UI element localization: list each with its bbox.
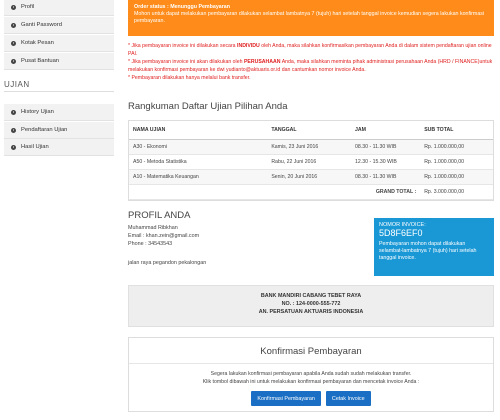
note-bank-transfer: * Pembayaran dilakukan hanya melalui ban… <box>128 75 251 81</box>
main-content: Order status : Menunggu Pembayaran Mohon… <box>128 0 494 420</box>
col-header-time: JAM <box>351 121 421 140</box>
grand-total-label: GRAND TOTAL : <box>129 184 421 200</box>
order-status-alert: Order status : Menunggu Pembayaran Mohon… <box>128 0 494 36</box>
sidebar: Profil Ganti Password Kotak Pesan Pusat … <box>0 0 114 420</box>
chevron-right-icon <box>11 109 16 115</box>
confirm-line-1: Segera lakukan konfirmasi pembayaran apa… <box>210 371 412 377</box>
summary-title: Rangkuman Daftar Ujian Pilihan Anda <box>128 101 288 112</box>
profile-phone: Phone : 34543543 <box>128 241 173 247</box>
order-status-message: Mohon untuk dapat melakukan pembayaran d… <box>134 11 485 24</box>
sidebar-item-pusat-bantuan[interactable]: Pusat Bantuan <box>4 53 114 70</box>
bank-holder: AN. PERSATUAN AKTUARIS INDONESIA <box>258 309 364 315</box>
table-row: A50 - Metoda Statistika Rabu, 22 Juni 20… <box>129 154 493 170</box>
order-status-text: Order status : Menunggu Pembayaran <box>134 4 230 10</box>
bank-info: BANK MANDIRI CABANG TEBET RAYA NO. : 124… <box>128 285 494 327</box>
invoice-number: 5D8F6EF0 <box>379 228 423 238</box>
chevron-right-icon <box>11 40 16 46</box>
sidebar-item-label: History Ujian <box>21 109 54 115</box>
profile-info: Muhammad Ribkhan Email : khan.zein@gmail… <box>128 224 268 267</box>
sidebar-section-title: UJIAN <box>4 80 30 89</box>
cell-subtotal: Rp. 1.000.000,00 <box>420 169 493 185</box>
sidebar-item-kotak-pesan[interactable]: Kotak Pesan <box>4 35 114 52</box>
bank-name: BANK MANDIRI CABANG TEBET RAYA <box>260 293 362 299</box>
bank-account: NO. : 124-0000-555-772 <box>281 301 341 307</box>
cell-subtotal: Rp. 1.000.000,00 <box>420 154 493 170</box>
chevron-right-icon <box>11 22 16 28</box>
sidebar-item-pendaftaran-ujian[interactable]: Pendaftaran Ujian <box>4 122 114 139</box>
note-text: * Jika pembayaran invoice ini akan dilak… <box>128 59 244 65</box>
cell-time: 12.30 - 15.30 WIB <box>351 154 421 170</box>
chevron-right-icon <box>11 58 16 64</box>
confirm-payment-button[interactable]: Konfirmasi Pembayaran <box>251 391 321 406</box>
note-emphasis: PERUSAHAAN <box>243 59 281 65</box>
confirm-actions: Konfirmasi Pembayaran Cetak Invoice <box>129 391 493 406</box>
note-individu: * Jika pembayaran invoice ini dilakukan … <box>128 42 494 58</box>
profile-title: PROFIL ANDA <box>128 210 191 221</box>
sidebar-item-profil[interactable]: Profil <box>4 0 114 16</box>
profile-address: jalan raya pegandon pekalongan <box>128 260 207 266</box>
cell-time: 08.30 - 11.30 WIB <box>351 139 421 155</box>
col-header-date: TANGGAL <box>267 121 352 140</box>
invoice-box: NOMOR INVOICE: 5D8F6EF0 Pembayaran mohon… <box>374 218 494 276</box>
invoice-note: Pembayaran mohon dapat dilakukan selamba… <box>379 241 477 261</box>
cell-date: Senin, 20 Juni 2016 <box>267 169 352 185</box>
chevron-right-icon <box>11 144 16 150</box>
profile-email: Email : khan.zein@gmail.com <box>128 233 200 239</box>
sidebar-item-label: Kotak Pesan <box>21 40 54 46</box>
payment-notes: * Jika pembayaran invoice ini dilakukan … <box>128 42 494 82</box>
divider <box>4 91 114 92</box>
cell-name: A30 - Ekonomi <box>129 139 268 155</box>
profile-name: Muhammad Ribkhan <box>128 225 178 231</box>
payment-confirmation-panel: Konfirmasi Pembayaran Segera lakukan kon… <box>128 337 494 412</box>
cell-time: 08.30 - 11.30 WIB <box>351 169 421 185</box>
sidebar-item-label: Profil <box>21 4 35 10</box>
chevron-right-icon <box>11 127 16 133</box>
col-header-name: NAMA UJIAN <box>129 121 268 140</box>
chevron-right-icon <box>11 4 16 10</box>
grand-total-value: Rp. 3.000.000,00 <box>420 184 493 200</box>
exam-summary-table: NAMA UJIAN TANGGAL JAM SUB TOTAL A30 - E… <box>128 120 494 201</box>
col-header-subtotal: SUB TOTAL <box>420 121 493 140</box>
cell-name: A10 - Matematika Keuangan <box>129 169 268 185</box>
note-perusahaan: * Jika pembayaran invoice ini akan dilak… <box>128 58 494 74</box>
sidebar-item-history-ujian[interactable]: History Ujian <box>4 104 114 121</box>
table-header-row: NAMA UJIAN TANGGAL JAM SUB TOTAL <box>129 121 493 140</box>
confirm-title: Konfirmasi Pembayaran <box>260 346 362 357</box>
sidebar-item-label: Ganti Password <box>21 22 62 28</box>
sidebar-item-ganti-password[interactable]: Ganti Password <box>4 17 114 34</box>
table-row: A30 - Ekonomi Kamis, 23 Juni 2016 08.30 … <box>129 139 493 155</box>
cell-subtotal: Rp. 1.000.000,00 <box>420 139 493 155</box>
grand-total-row: GRAND TOTAL : Rp. 3.000.000,00 <box>129 184 493 200</box>
sidebar-item-label: Pusat Bantuan <box>21 58 60 64</box>
confirm-line-2: Klik tombol dibawah ini untuk melakukan … <box>202 379 420 385</box>
note-emphasis: INDIVIDU <box>237 43 260 49</box>
divider <box>129 363 493 364</box>
cell-date: Kamis, 23 Juni 2016 <box>267 139 352 155</box>
note-text: * Jika pembayaran invoice ini dilakukan … <box>128 43 237 49</box>
print-invoice-button[interactable]: Cetak Invoice <box>325 391 371 406</box>
sidebar-item-hasil-ujian[interactable]: Hasil Ujian <box>4 139 114 156</box>
cell-name: A50 - Metoda Statistika <box>129 154 268 170</box>
sidebar-item-label: Hasil Ujian <box>21 144 49 150</box>
cell-date: Rabu, 22 Juni 2016 <box>267 154 352 170</box>
table-row: A10 - Matematika Keuangan Senin, 20 Juni… <box>129 169 493 185</box>
sidebar-item-label: Pendaftaran Ujian <box>21 127 68 133</box>
